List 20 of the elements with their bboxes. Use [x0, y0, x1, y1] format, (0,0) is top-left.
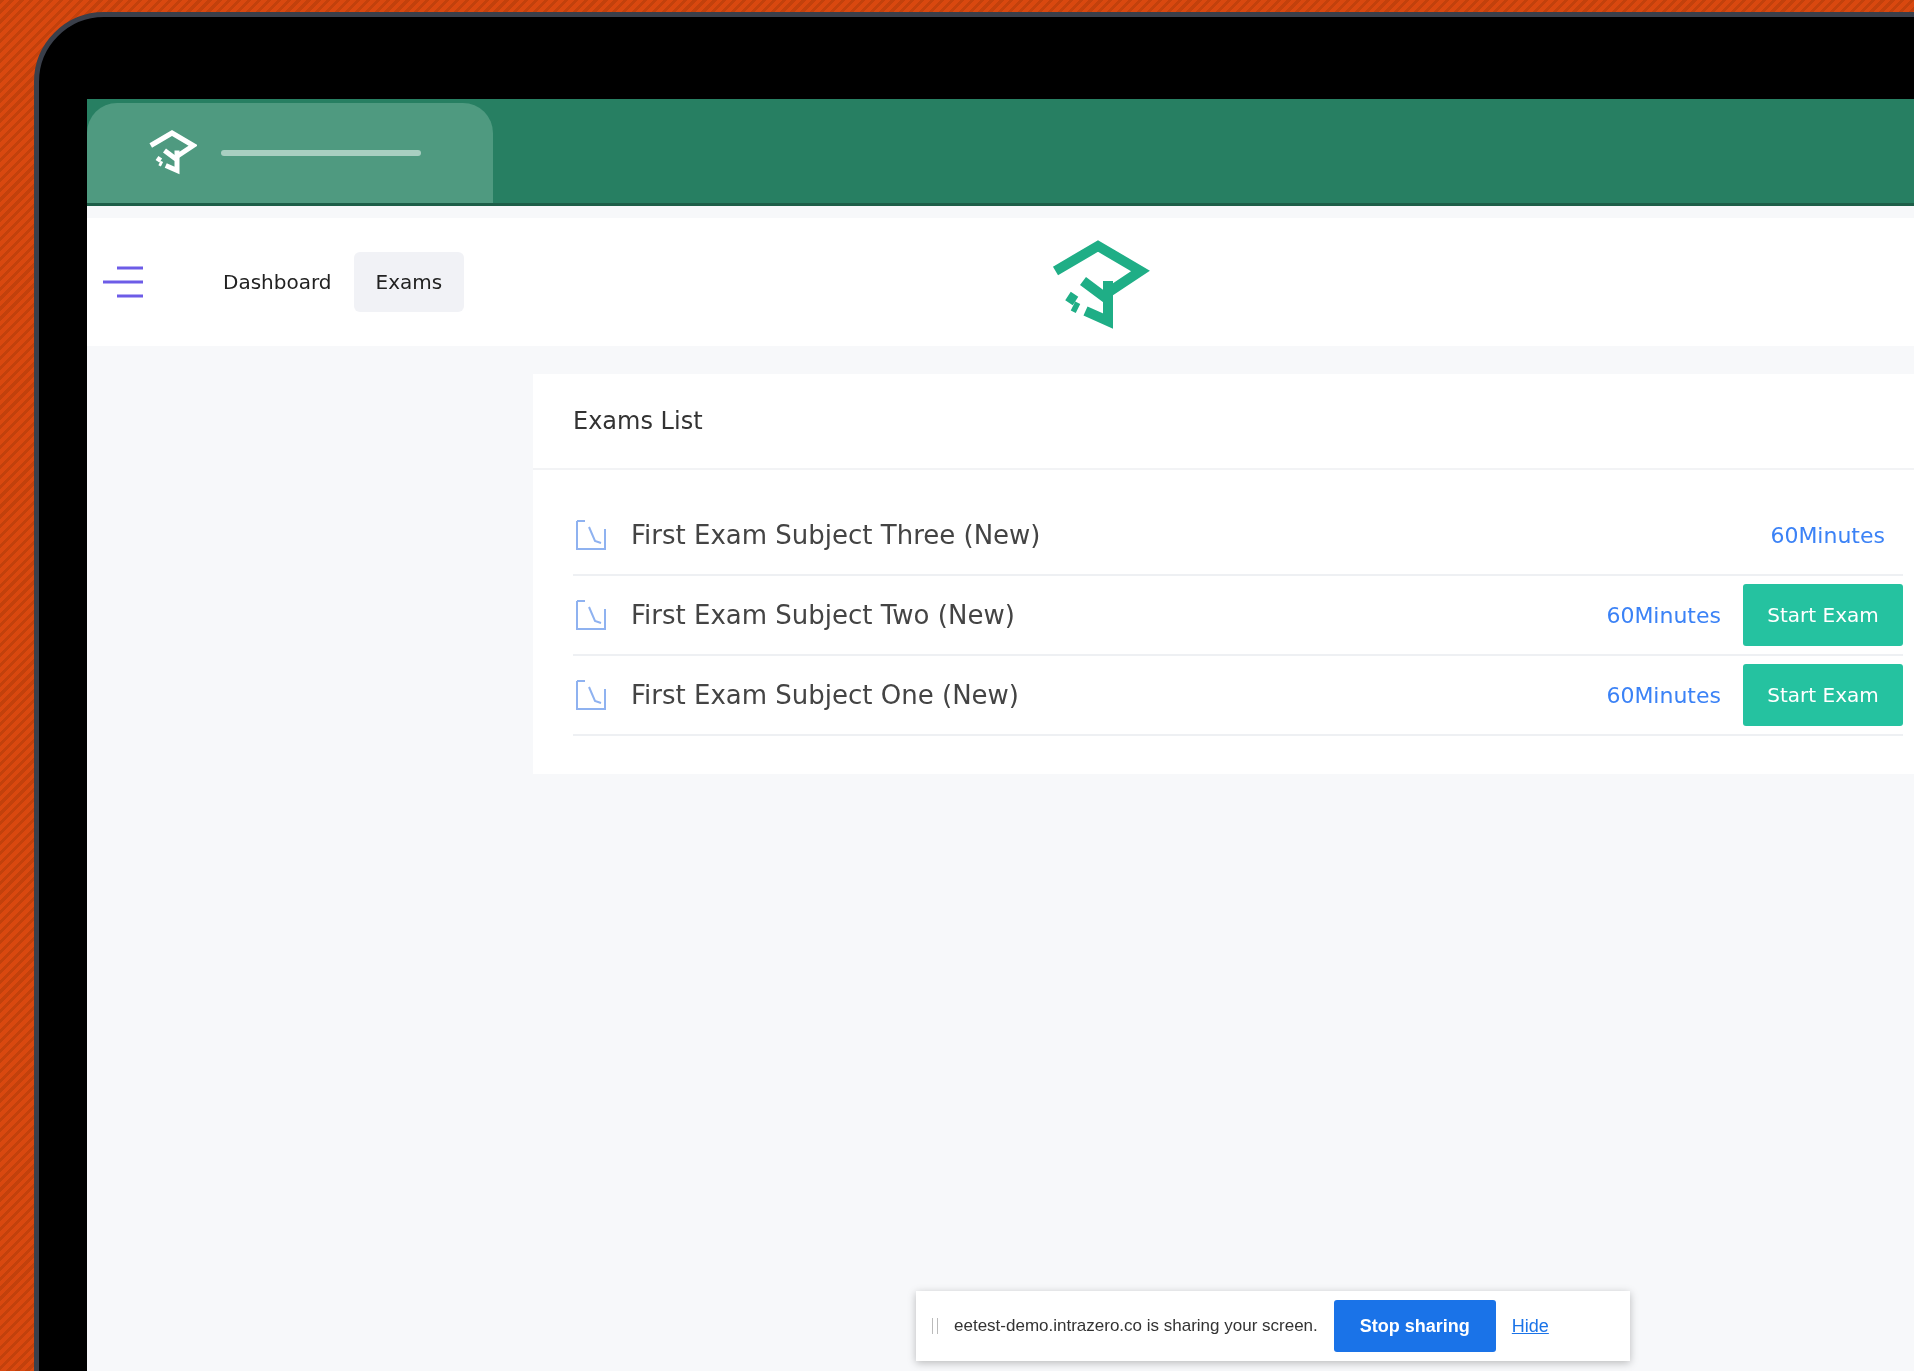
- exam-duration: 60Minutes: [1770, 522, 1885, 548]
- browser-tab[interactable]: [87, 103, 493, 203]
- card-title: Exams List: [573, 407, 703, 435]
- stop-sharing-button[interactable]: Stop sharing: [1333, 1300, 1496, 1352]
- menu-icon[interactable]: [101, 265, 145, 299]
- nav-tab[interactable]: Exams: [353, 252, 465, 312]
- drag-handle-icon[interactable]: [932, 1318, 938, 1334]
- clock-icon: [573, 677, 609, 713]
- nav-tab[interactable]: Dashboard: [201, 252, 354, 312]
- start-exam-button[interactable]: Start Exam: [1743, 664, 1903, 726]
- exam-title: First Exam Subject Two (New): [631, 600, 1016, 630]
- clock-icon: [573, 597, 609, 633]
- start-exam-button[interactable]: Start Exam: [1743, 584, 1903, 646]
- exam-duration: 60Minutes: [1606, 602, 1721, 628]
- share-message: eetest-demo.intrazero.co is sharing your screen.: [954, 1316, 1318, 1336]
- clock-icon: [573, 517, 609, 553]
- hide-link[interactable]: Hide: [1511, 1315, 1549, 1337]
- exam-duration: 60Minutes: [1606, 682, 1721, 708]
- exam-title: First Exam Subject One (New): [631, 680, 1020, 710]
- exam-title: First Exam Subject Three (New): [631, 520, 1042, 550]
